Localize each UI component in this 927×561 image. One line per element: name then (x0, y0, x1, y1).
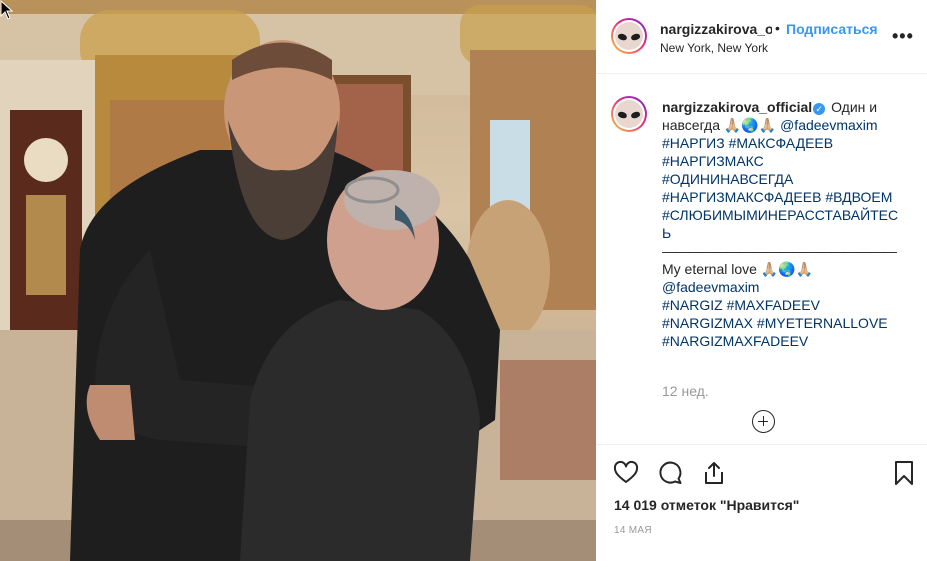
hashtag-line: #НАРГИЗМАКС (662, 152, 905, 170)
hashtag-link[interactable]: #MYETERNALLOVE (757, 315, 888, 331)
mouse-cursor-icon (0, 0, 14, 20)
hashtag-line: #НАРГИЗ #МАКСФАДЕЕВ (662, 134, 905, 152)
post-photo-image (0, 0, 596, 561)
post-header: nargizzakirova_official • Подписаться Ne… (596, 0, 927, 74)
share-upload-icon[interactable] (700, 459, 728, 487)
hashtag-line: #NARGIZMAXFADEEV (662, 332, 905, 350)
hashtag-line: #NARGIZMAX #MYETERNALLOVE (662, 314, 905, 332)
avatar[interactable] (611, 18, 647, 54)
load-more-comments-icon[interactable] (752, 410, 775, 433)
header-separator: • (775, 20, 780, 36)
mention-link[interactable]: @fadeevmaxim (780, 117, 877, 133)
heart-outline-icon[interactable] (612, 459, 640, 487)
hashtag-line: #NARGIZ #MAXFADEEV (662, 296, 905, 314)
comment-bubble-icon[interactable] (656, 459, 684, 487)
hashtag-link[interactable]: #ОДИНИНАВСЕГДА (662, 171, 793, 187)
post-date[interactable]: 14 МАЯ (614, 525, 652, 536)
likes-count[interactable]: 14 019 отметок "Нравится" (614, 497, 799, 513)
hashtag-link[interactable]: #NARGIZMAX (662, 315, 753, 331)
caption-avatar[interactable] (611, 96, 647, 132)
caption-divider: —————————————————— (662, 243, 897, 259)
post-actions: 14 019 отметок "Нравится" 14 МАЯ (596, 444, 927, 561)
more-options-icon[interactable]: ••• (892, 26, 916, 46)
hashtag-line: #НАРГИЗМАКСФАДЕЕВ #ВДВОЕМ (662, 188, 905, 206)
mention-line: @fadeevmaxim (662, 278, 905, 296)
post-photo[interactable] (0, 0, 596, 561)
follow-button[interactable]: Подписаться (786, 21, 878, 37)
header-username[interactable]: nargizzakirova_official (660, 21, 772, 37)
hashtag-link[interactable]: #MAXFADEEV (727, 297, 820, 313)
hashtag-line: #СЛЮБИМЫМИНЕРАССТАВАЙТЕСЬ (662, 206, 905, 242)
hashtag-link[interactable]: #НАРГИЗМАКС (662, 153, 764, 169)
profile-picture (615, 100, 643, 128)
bookmark-icon[interactable] (890, 459, 918, 487)
caption-text-en: My eternal love 🙏🏼🌏🙏🏼 (662, 261, 814, 277)
caption-username[interactable]: nargizzakirova_official (662, 99, 812, 115)
verified-badge-icon: ✓ (813, 103, 826, 115)
hashtag-link[interactable]: #NARGIZ (662, 297, 723, 313)
comments-section: nargizzakirova_official ✓ Один и навсегда… (596, 74, 927, 444)
post-caption: nargizzakirova_official ✓ Один и навсегда… (662, 98, 905, 350)
hashtag-link[interactable]: #НАРГИЗ (662, 135, 725, 151)
profile-picture (615, 22, 643, 50)
hashtag-link[interactable]: #НАРГИЗМАКСФАДЕЕВ (662, 189, 821, 205)
post-side-panel: nargizzakirova_official • Подписаться Ne… (596, 0, 927, 561)
hashtag-link[interactable]: #СЛЮБИМЫМИНЕРАССТАВАЙТЕСЬ (662, 207, 898, 241)
hashtag-link[interactable]: #МАКСФАДЕЕВ (729, 135, 834, 151)
hashtag-link[interactable]: #ВДВОЕМ (825, 189, 892, 205)
hashtag-line: #ОДИНИНАВСЕГДА (662, 170, 905, 188)
mention-link[interactable]: @fadeevmaxim (662, 279, 759, 295)
hashtag-link[interactable]: #NARGIZMAXFADEEV (662, 333, 808, 349)
post-time-ago[interactable]: 12 нед. (662, 383, 709, 399)
location-link[interactable]: New York, New York (660, 41, 768, 55)
